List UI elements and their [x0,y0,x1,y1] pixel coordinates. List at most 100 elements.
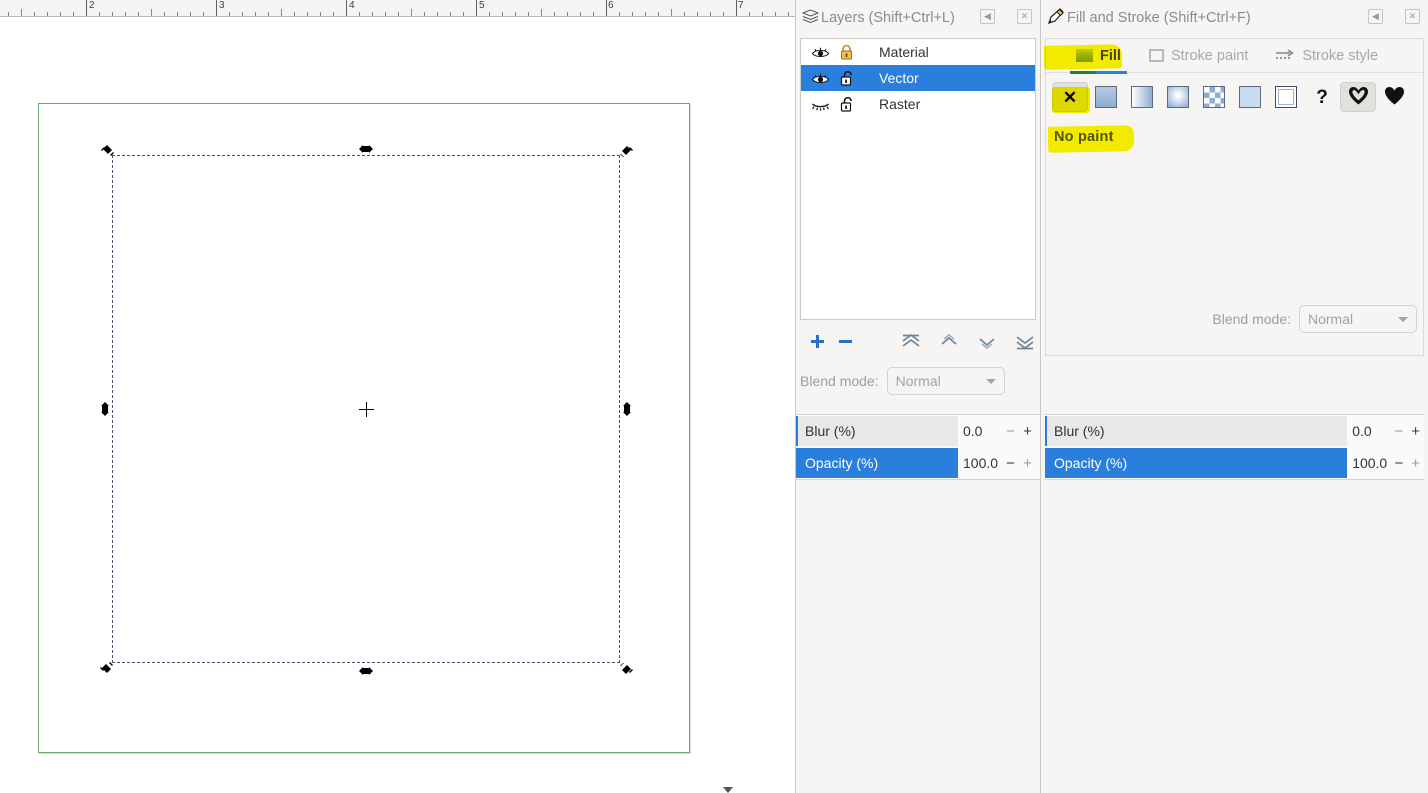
layers-blend-mode-select[interactable]: Normal [886,367,1005,395]
swatch-button[interactable] [1268,82,1304,112]
raise-to-top-button[interactable] [900,329,922,353]
layer-row-material[interactable]: Material [801,39,1035,65]
layers-opacity-row[interactable]: Opacity (%) 100.0 − + [796,447,1040,479]
ruler-tick [528,12,529,16]
pattern-button[interactable] [1196,82,1232,112]
stroke-style-icon [1276,49,1295,63]
lock-closed-icon[interactable] [831,42,861,62]
no-paint-button[interactable]: ✕ [1052,82,1088,112]
layers-titlebar-buttons: ◀ ✕ [980,9,1032,24]
layers-collapse-button[interactable]: ◀ [980,9,995,24]
fill-stroke-opacity-decrement[interactable]: − [1391,456,1408,471]
fill-stroke-blur-slider[interactable]: Blur (%) [1045,416,1348,446]
ruler-tick [60,12,61,16]
ruler-tick [346,0,347,16]
heart-hole-icon [1348,86,1369,109]
ruler-tick [281,9,282,16]
ruler-tick [164,12,165,16]
fill-stroke-blur-row[interactable]: Blur (%) 0.0 − + [1045,415,1424,447]
selection-center-marker [359,402,374,417]
selection-handle-nw[interactable] [101,143,114,156]
fill-stroke-opacity-row[interactable]: Opacity (%) 100.0 − + [1045,447,1424,479]
fill-stroke-panel-title: Fill and Stroke (Shift+Ctrl+F) [1067,10,1251,26]
ruler-tick [47,12,48,16]
unknown-paint-button[interactable]: ? [1304,82,1340,112]
layers-opacity-value[interactable]: 100.0 [958,455,1002,471]
ruler-tick [788,12,789,16]
ruler-tick [567,12,568,16]
tab-fill-label: Fill [1100,47,1121,64]
layer-label-vector: Vector [879,70,919,86]
fill-stroke-blur-increment[interactable]: + [1407,424,1424,439]
layers-opacity-slider[interactable]: Opacity (%) [796,448,958,478]
layers-blur-slider[interactable]: Blur (%) [796,416,958,446]
ruler-tick [710,12,711,16]
ruler-tick [34,12,35,16]
layers-blur-row[interactable]: Blur (%) 0.0 − + [796,415,1040,447]
layers-opacity-decrement[interactable]: − [1002,456,1019,471]
fill-stroke-collapse-button[interactable]: ◀ [1368,9,1383,24]
lower-layer-button[interactable] [976,329,998,353]
flat-color-button[interactable] [1088,82,1124,112]
fill-stroke-body: Fill Stroke paint Stroke style ✕ ? Blend… [1045,38,1424,356]
ruler-cursor-marker [723,787,733,793]
selection-handle-w[interactable] [99,402,110,416]
fill-rule-nonzero-button[interactable] [1376,82,1412,112]
radial-gradient-button[interactable] [1160,82,1196,112]
layer-toolbar [800,328,1036,354]
tab-stroke-paint[interactable]: Stroke paint [1148,39,1248,73]
selection-handle-n[interactable] [359,143,373,154]
ruler-tick [593,12,594,16]
raise-layer-button[interactable] [938,329,960,353]
layers-blur-value[interactable]: 0.0 [958,423,1002,439]
selection-handle-se[interactable] [620,663,633,674]
lock-open-icon[interactable] [831,94,861,114]
add-layer-button[interactable] [806,329,828,353]
flat-color-icon [1095,86,1117,108]
eye-open-icon[interactable] [809,42,831,62]
layers-list[interactable]: Material Vector Raster [800,38,1036,320]
ruler-tick [398,12,399,16]
layers-slider-group: Blur (%) 0.0 − + Opacity (%) 100.0 − + [796,414,1040,480]
ruler-tick [112,12,113,16]
remove-layer-button[interactable] [834,329,856,353]
ruler-tick [125,12,126,16]
fill-stroke-opacity-increment[interactable]: + [1407,456,1424,471]
selection-handle-sw[interactable] [100,662,113,673]
lower-to-bottom-button[interactable] [1014,329,1036,353]
layers-close-button[interactable]: ✕ [1017,9,1032,24]
fill-rule-evenodd-button[interactable] [1340,82,1376,112]
tab-stroke-style[interactable]: Stroke style [1276,39,1378,73]
horizontal-ruler[interactable]: 2 3 4 5 6 7 [0,0,795,17]
chevron-down-icon [985,378,996,384]
canvas-area[interactable]: 2 3 4 5 6 7 [0,0,795,793]
eye-open-icon[interactable] [809,68,831,88]
fill-stroke-blend-mode-select[interactable]: Normal [1299,305,1417,333]
ruler-tick [359,12,360,16]
fill-stroke-opacity-slider[interactable]: Opacity (%) [1045,448,1348,478]
selection-handle-s[interactable] [359,665,373,676]
ruler-tick [190,12,191,16]
chevron-down-icon [1398,316,1408,322]
mesh-gradient-button[interactable] [1232,82,1268,112]
ruler-tick [385,12,386,16]
tab-fill[interactable]: Fill [1070,39,1127,74]
lock-open-icon[interactable] [831,68,861,88]
fill-stroke-blur-decrement[interactable]: − [1391,424,1408,439]
fill-swatch-icon [1076,49,1093,62]
selection-handle-e[interactable] [621,402,632,416]
mesh-gradient-icon [1239,86,1261,108]
layers-panel-title: Layers (Shift+Ctrl+L) [821,10,955,26]
layers-opacity-increment[interactable]: + [1019,456,1036,471]
fill-stroke-blur-value[interactable]: 0.0 [1347,423,1390,439]
layer-row-raster[interactable]: Raster [801,91,1035,117]
fill-stroke-opacity-value[interactable]: 100.0 [1347,455,1390,471]
selection-handle-ne[interactable] [620,144,633,157]
fill-stroke-close-button[interactable]: ✕ [1405,9,1420,24]
linear-gradient-button[interactable] [1124,82,1160,112]
ruler-tick [541,9,542,16]
layer-row-vector[interactable]: Vector [801,65,1035,91]
layers-blur-decrement[interactable]: − [1002,424,1019,439]
eye-closed-icon[interactable] [809,94,831,114]
layers-blur-increment[interactable]: + [1019,424,1036,439]
